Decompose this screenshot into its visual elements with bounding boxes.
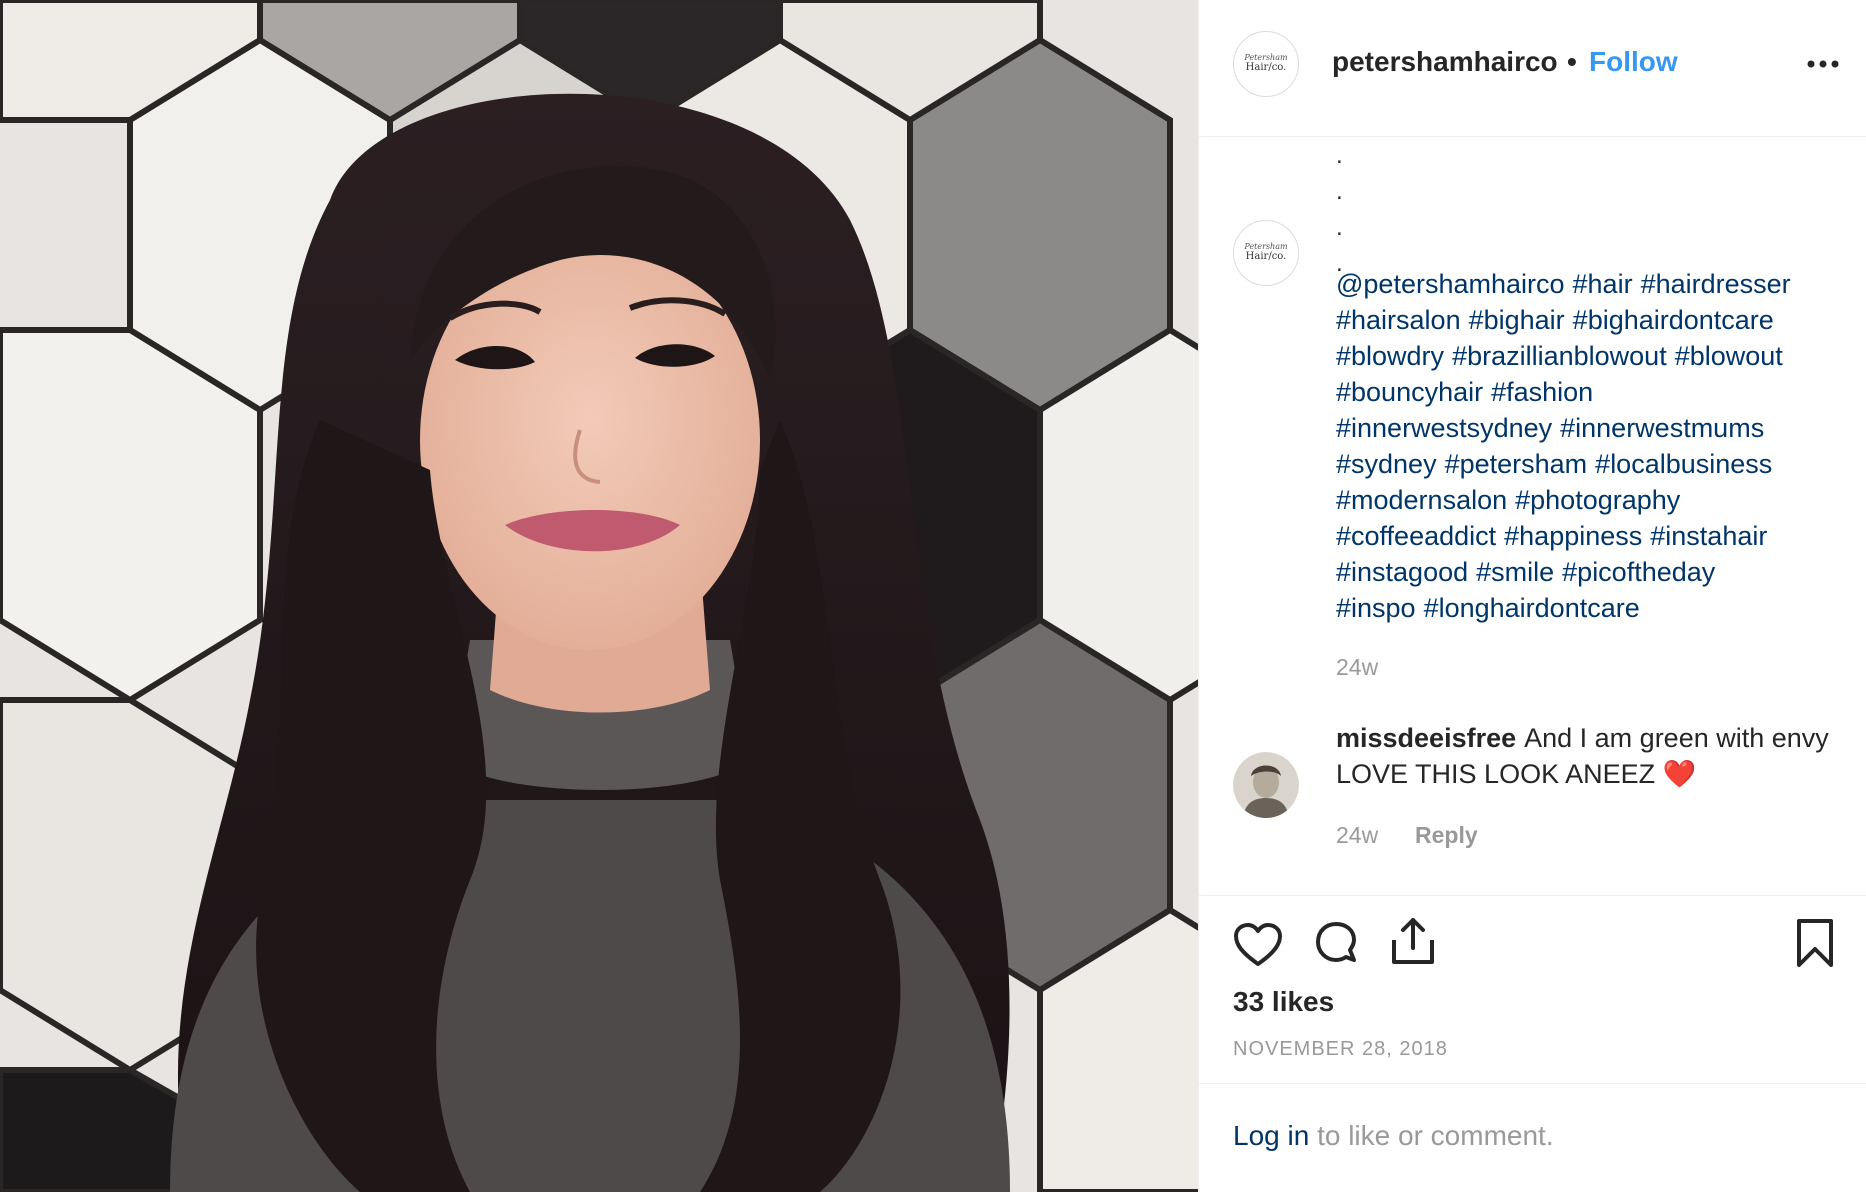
comment-username[interactable]: missdeeisfree — [1336, 723, 1516, 753]
hashtag-link[interactable]: #photography — [1515, 485, 1680, 515]
caption-author-avatar[interactable]: Petersham Hair/co. — [1233, 220, 1299, 286]
caption-timestamp[interactable]: 24w — [1336, 654, 1378, 681]
hashtag-link[interactable]: #hairsalon — [1336, 305, 1461, 335]
hashtag-link[interactable]: #innerwestmums — [1560, 413, 1764, 443]
bookmark-icon[interactable] — [1795, 918, 1835, 968]
red-heart-emoji: ❤️ — [1662, 759, 1697, 789]
share-icon[interactable] — [1390, 916, 1436, 966]
caption-line: #coffeeaddict #happiness #instahair — [1336, 518, 1828, 554]
hashtag-link[interactable]: #bighairdontcare — [1573, 305, 1774, 335]
post-date[interactable]: NOVEMBER 28, 2018 — [1233, 1038, 1448, 1061]
post-actions: 33 likes NOVEMBER 28, 2018 — [1199, 895, 1866, 1083]
hashtag-link[interactable]: #happiness — [1504, 521, 1642, 551]
salon-logo-icon: Petersham Hair/co. — [1243, 242, 1288, 262]
hashtag-link[interactable]: #sydney — [1336, 449, 1437, 479]
post-photo[interactable] — [0, 0, 1198, 1192]
hashtag-link[interactable]: #hairdresser — [1641, 269, 1791, 299]
hashtag-link[interactable]: #bouncyhair — [1336, 377, 1483, 407]
caption-line: #bouncyhair #fashion — [1336, 374, 1828, 410]
hashtag-link[interactable]: #coffeeaddict — [1336, 521, 1496, 551]
login-prompt: Log in to like or comment. — [1199, 1083, 1866, 1192]
salon-logo-icon: Petersham Hair/co. — [1243, 53, 1288, 73]
hashtag-link[interactable]: #petersham — [1445, 449, 1588, 479]
caption-line: #modernsalon #photography — [1336, 482, 1828, 518]
hashtag-link[interactable]: #instagood — [1336, 557, 1468, 587]
author-username[interactable]: petershamhairco — [1332, 46, 1558, 78]
hashtag-link[interactable]: #instahair — [1650, 521, 1767, 551]
caption-line: #blowdry #brazillianblowout #blowout — [1336, 338, 1828, 374]
hashtag-link[interactable]: #fashion — [1491, 377, 1593, 407]
svg-text:Hair/co.: Hair/co. — [1246, 251, 1287, 262]
caption-dot: . — [1336, 142, 1343, 169]
header-separator: • — [1567, 46, 1577, 77]
caption-line: #hairsalon #bighair #bighairdontcare — [1336, 302, 1828, 338]
heart-icon[interactable] — [1233, 922, 1283, 968]
hashtag-link[interactable]: #hair — [1573, 269, 1633, 299]
hashtag-link[interactable]: #brazillianblowout — [1452, 341, 1667, 371]
caption-line: #sydney #petersham #localbusiness — [1336, 446, 1828, 482]
comment-body: missdeeisfree And I am green with envy LO… — [1336, 720, 1836, 792]
caption-dot: . — [1336, 214, 1343, 241]
caption-dot: . — [1336, 178, 1343, 205]
svg-text:Petersham: Petersham — [1243, 53, 1288, 62]
caption-line: #innerwestsydney #innerwestmums — [1336, 410, 1828, 446]
hashtag-link[interactable]: #bighair — [1469, 305, 1565, 335]
likes-count[interactable]: 33 likes — [1233, 986, 1334, 1018]
hashtag-link[interactable]: #innerwestsydney — [1336, 413, 1552, 443]
caption-line: #instagood #smile #picoftheday — [1336, 554, 1828, 590]
caption-line: #inspo #longhairdontcare — [1336, 590, 1828, 626]
caption-line: @petershamhairco #hair #hairdresser — [1336, 266, 1828, 302]
more-options-icon[interactable] — [1805, 56, 1841, 72]
reply-button[interactable]: Reply — [1415, 822, 1478, 849]
post-photo-illustration — [0, 0, 1198, 1192]
author-avatar[interactable]: Petersham Hair/co. — [1233, 31, 1299, 97]
hashtag-link[interactable]: #longhairdontcare — [1424, 593, 1640, 623]
hashtag-link[interactable]: #localbusiness — [1595, 449, 1772, 479]
hashtag-link[interactable]: #smile — [1476, 557, 1554, 587]
comment-timestamp[interactable]: 24w — [1336, 822, 1378, 849]
follow-button[interactable]: Follow — [1589, 46, 1678, 78]
caption-dots: . . . . — [1336, 138, 1343, 282]
hashtag-link[interactable]: #modernsalon — [1336, 485, 1507, 515]
hashtag-link[interactable]: #inspo — [1336, 593, 1416, 623]
hashtag-link[interactable]: #blowout — [1675, 341, 1783, 371]
comments-list[interactable]: . . . . Petersham Hair/co. @petershamhai… — [1199, 138, 1866, 893]
svg-text:Hair/co.: Hair/co. — [1246, 62, 1287, 73]
hashtag-link[interactable]: #blowdry — [1336, 341, 1444, 371]
post-side-panel: Petersham Hair/co. petershamhairco • Fol… — [1198, 0, 1866, 1192]
login-link[interactable]: Log in — [1233, 1120, 1309, 1151]
login-text: Log in to like or comment. — [1233, 1120, 1554, 1152]
commenter-photo-icon — [1233, 752, 1299, 818]
caption-hashtags: @petershamhairco #hair #hairdresser #hairsa… — [1336, 266, 1836, 626]
hashtag-link[interactable]: #picoftheday — [1562, 557, 1715, 587]
mention-link[interactable]: @petershamhairco — [1336, 269, 1565, 299]
comment-icon[interactable] — [1312, 920, 1360, 968]
post-header: Petersham Hair/co. petershamhairco • Fol… — [1199, 0, 1866, 137]
commenter-avatar[interactable] — [1233, 752, 1299, 818]
svg-text:Petersham: Petersham — [1243, 242, 1288, 251]
login-rest-text: to like or comment. — [1309, 1120, 1554, 1151]
